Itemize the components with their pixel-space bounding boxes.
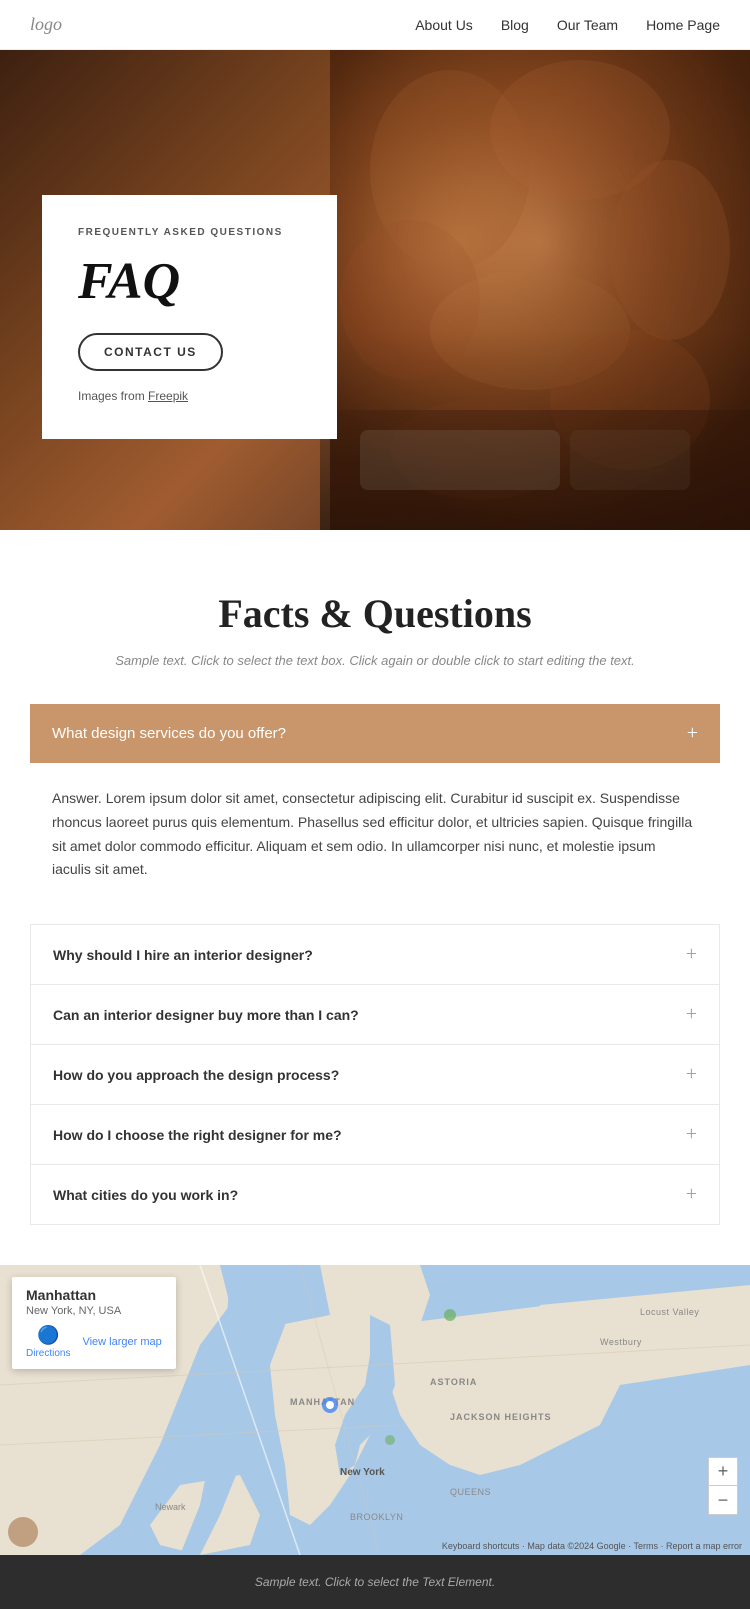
logo: logo <box>30 14 62 35</box>
hero-card-subtitle: FREQUENTLY ASKED QUESTIONS <box>78 227 301 238</box>
map-popup-subtitle: New York, NY, USA <box>26 1305 162 1317</box>
faq-toggle-icon-0: + <box>686 943 697 966</box>
faq-subtitle: Sample text. Click to select the text bo… <box>30 653 720 668</box>
svg-text:ASTORIA: ASTORIA <box>430 1377 477 1387</box>
map-popup-links: 🔵 Directions View larger map <box>26 1325 162 1359</box>
map-zoom-out-button[interactable]: − <box>709 1486 737 1514</box>
freepik-link[interactable]: Freepik <box>148 389 188 403</box>
hero-decorative-svg <box>330 50 750 530</box>
faq-toggle-icon-1: + <box>686 1003 697 1026</box>
svg-text:QUEENS: QUEENS <box>450 1487 491 1497</box>
hero-card-title: FAQ <box>78 252 301 311</box>
map-popup: Manhattan New York, NY, USA 🔵 Directions… <box>12 1277 176 1369</box>
faq-question-3: How do I choose the right designer for m… <box>53 1127 342 1143</box>
hero-section: FREQUENTLY ASKED QUESTIONS FAQ CONTACT U… <box>0 50 750 530</box>
faq-item-4[interactable]: What cities do you work in? + <box>31 1165 719 1224</box>
map-zoom-controls: + − <box>708 1457 738 1515</box>
faq-title: Facts & Questions <box>30 590 720 637</box>
footer: Sample text. Click to select the Text El… <box>0 1555 750 1609</box>
faq-item-3[interactable]: How do I choose the right designer for m… <box>31 1105 719 1165</box>
faq-active-toggle-icon: + <box>687 722 698 745</box>
faq-item-2[interactable]: How do you approach the design process? … <box>31 1045 719 1105</box>
svg-text:Locust Valley: Locust Valley <box>640 1307 699 1317</box>
map-popup-title: Manhattan <box>26 1287 162 1303</box>
nav-about[interactable]: About Us <box>415 17 473 33</box>
faq-toggle-icon-4: + <box>686 1183 697 1206</box>
contact-us-button[interactable]: CONTACT US <box>78 333 223 371</box>
faq-item-1[interactable]: Can an interior designer buy more than I… <box>31 985 719 1045</box>
svg-text:JACKSON HEIGHTS: JACKSON HEIGHTS <box>450 1412 552 1422</box>
svg-text:BROOKLYN: BROOKLYN <box>350 1512 403 1522</box>
svg-text:New York: New York <box>340 1467 385 1478</box>
svg-text:Newark: Newark <box>155 1502 186 1512</box>
faq-item-0[interactable]: Why should I hire an interior designer? … <box>31 925 719 985</box>
faq-list: Why should I hire an interior designer? … <box>30 924 720 1225</box>
faq-question-1: Can an interior designer buy more than I… <box>53 1007 359 1023</box>
faq-active-item[interactable]: What design services do you offer? + <box>30 704 720 763</box>
map-larger-link[interactable]: View larger map <box>82 1325 161 1359</box>
faq-toggle-icon-2: + <box>686 1063 697 1086</box>
map-directions-link[interactable]: 🔵 Directions <box>26 1325 70 1359</box>
faq-section: Facts & Questions Sample text. Click to … <box>0 530 750 1265</box>
nav-links: About Us Blog Our Team Home Page <box>415 17 720 33</box>
map-background: MANHATTAN ASTORIA JACKSON HEIGHTS Montcl… <box>0 1265 750 1555</box>
faq-active-answer: Answer. Lorem ipsum dolor sit amet, cons… <box>30 763 720 910</box>
map-attribution: Keyboard shortcuts · Map data ©2024 Goog… <box>442 1541 742 1551</box>
map-section: MANHATTAN ASTORIA JACKSON HEIGHTS Montcl… <box>0 1265 750 1555</box>
faq-question-4: What cities do you work in? <box>53 1187 238 1203</box>
faq-question-2: How do you approach the design process? <box>53 1067 339 1083</box>
directions-label: Directions <box>26 1348 70 1359</box>
footer-text: Sample text. Click to select the Text El… <box>30 1575 720 1589</box>
directions-icon: 🔵 <box>37 1325 59 1346</box>
map-zoom-in-button[interactable]: + <box>709 1458 737 1486</box>
nav-our-team[interactable]: Our Team <box>557 17 618 33</box>
faq-toggle-icon-3: + <box>686 1123 697 1146</box>
faq-active-question: What design services do you offer? <box>52 725 286 742</box>
nav-home-page[interactable]: Home Page <box>646 17 720 33</box>
faq-question-0: Why should I hire an interior designer? <box>53 947 313 963</box>
image-credit: Images from Freepik <box>78 389 301 403</box>
navbar: logo About Us Blog Our Team Home Page <box>0 0 750 50</box>
hero-card: FREQUENTLY ASKED QUESTIONS FAQ CONTACT U… <box>42 195 337 439</box>
svg-text:Westbury: Westbury <box>600 1337 642 1347</box>
nav-blog[interactable]: Blog <box>501 17 529 33</box>
street-view-avatar[interactable] <box>8 1517 38 1547</box>
